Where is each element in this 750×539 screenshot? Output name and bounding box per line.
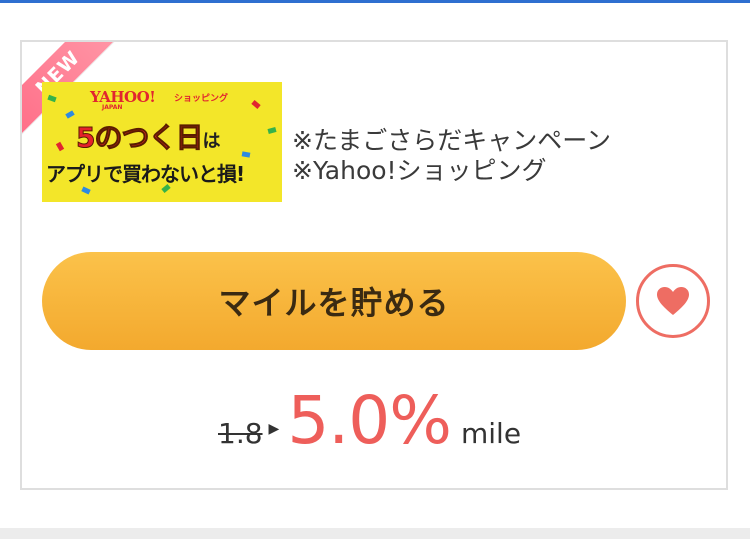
confetti-piece	[47, 94, 57, 103]
confetti-piece	[241, 151, 251, 158]
rate-arrow-icon: ▶	[268, 421, 280, 437]
heart-icon	[657, 287, 689, 315]
thumbnail-brand-sub: JAPAN	[102, 104, 123, 111]
confetti-piece	[65, 110, 75, 119]
new-rate: 5.0%	[287, 382, 452, 459]
top-accent-bar	[0, 0, 750, 3]
confetti-piece	[251, 100, 261, 109]
rate-unit: mile	[461, 417, 522, 450]
thumbnail-brand: YAHOO!	[90, 88, 156, 106]
campaign-card[interactable]: NEW YAHOO! JAPAN ショッピング 5のつく日は アプリで買わないと…	[20, 40, 728, 490]
campaign-title-line2: ※Yahoo!ショッピング	[292, 156, 547, 185]
thumbnail-subline: アプリで買わないと損!	[46, 162, 245, 186]
confetti-piece	[267, 127, 277, 134]
favorite-button[interactable]	[636, 264, 710, 338]
confetti-piece	[81, 186, 91, 195]
thumbnail-headline: 5のつく日は	[75, 116, 220, 156]
campaign-thumbnail[interactable]: YAHOO! JAPAN ショッピング 5のつく日は アプリで買わないと損!	[42, 82, 282, 202]
campaign-title-line1: ※たまごさらだキャンペーン	[292, 126, 611, 155]
confetti-piece	[55, 141, 65, 152]
campaign-title[interactable]: ※たまごさらだキャンペーン ※Yahoo!ショッピング	[292, 126, 611, 186]
thumbnail-headline-main: 5のつく日	[75, 121, 203, 155]
bottom-divider	[0, 528, 750, 539]
old-rate: 1.8	[218, 417, 263, 450]
earn-miles-button[interactable]: マイルを貯める	[42, 252, 626, 350]
thumbnail-headline-suffix: は	[202, 131, 220, 152]
mile-rate: 1.8 ▶ 5.0% mile	[218, 382, 521, 459]
earn-miles-button-label: マイルを貯める	[218, 284, 450, 322]
thumbnail-shop-label: ショッピング	[174, 94, 229, 104]
